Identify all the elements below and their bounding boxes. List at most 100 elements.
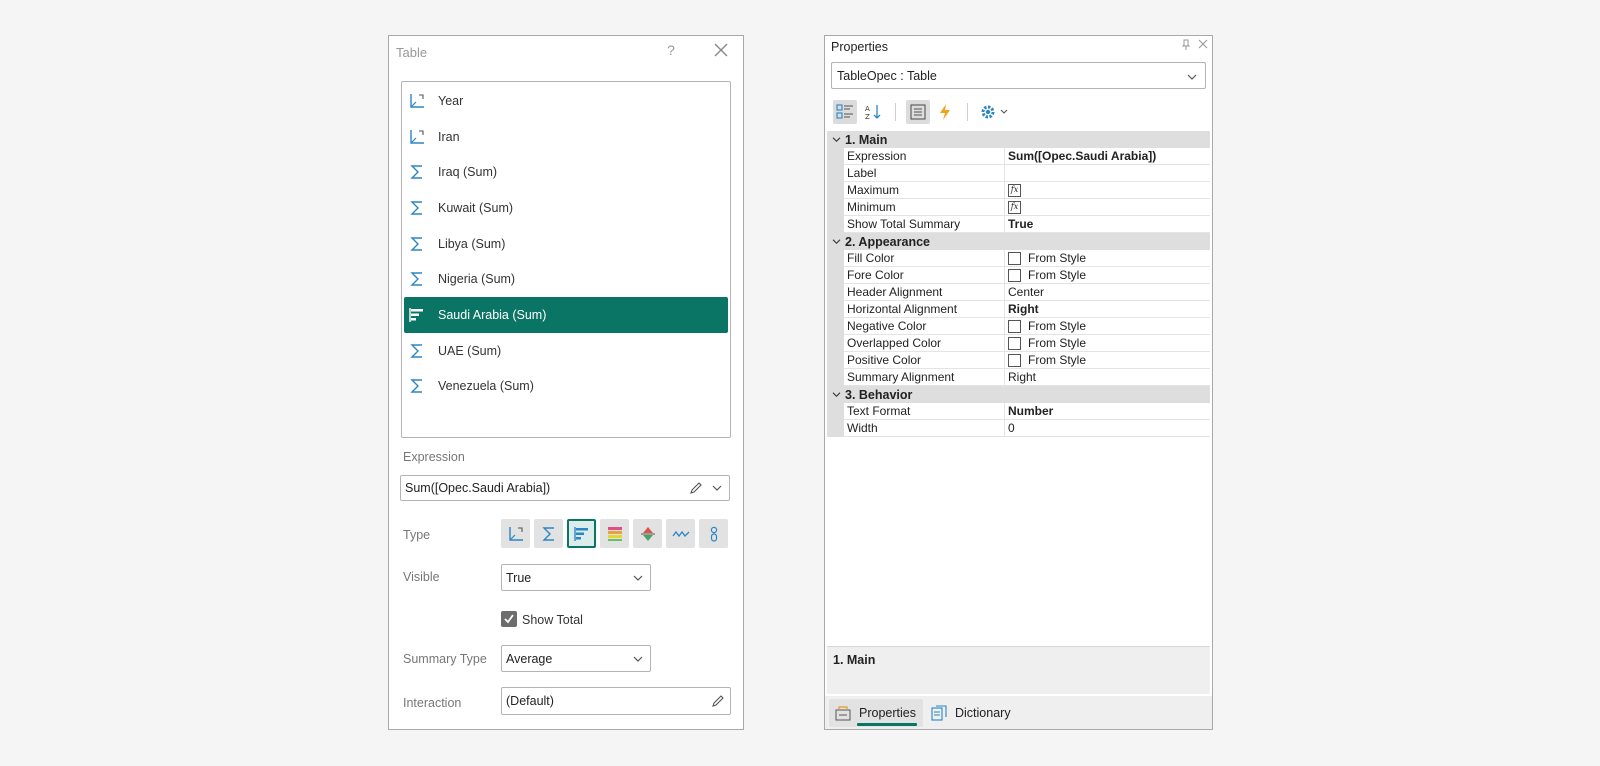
color-swatch[interactable] — [1008, 319, 1021, 333]
summary-type-select[interactable]: Average — [501, 645, 651, 672]
visible-select[interactable]: True — [501, 564, 651, 591]
property-row[interactable]: Label — [827, 165, 1210, 182]
property-row[interactable]: Expression Sum([Opec.Saudi Arabia]) — [827, 148, 1210, 165]
properties-view-button[interactable] — [906, 100, 930, 124]
interaction-input[interactable]: (Default) — [501, 687, 731, 715]
property-category[interactable]: 3. Behavior — [827, 386, 1210, 403]
property-row[interactable]: Fore Color From Style — [827, 267, 1210, 284]
pin-icon[interactable] — [1181, 39, 1191, 51]
dimension-type-button[interactable] — [501, 519, 530, 548]
property-name: Maximum — [844, 182, 1005, 199]
property-value[interactable]: True — [1005, 216, 1210, 233]
events-button[interactable] — [933, 100, 957, 124]
property-value[interactable]: fx — [1005, 199, 1210, 216]
row-gutter — [827, 318, 844, 335]
property-row[interactable]: Summary Alignment Right — [827, 369, 1210, 386]
columns-list[interactable]: Year Iran Iraq (Sum) Kuwait (Sum) Libya (Sum… — [401, 81, 731, 438]
property-row[interactable]: Text Format Number — [827, 403, 1210, 420]
data-bars-type-button[interactable] — [567, 519, 596, 548]
column-item[interactable]: Saudi Arabia (Sum) — [404, 297, 728, 333]
help-button[interactable]: ? — [663, 42, 679, 58]
show-total-checkbox[interactable] — [501, 611, 517, 627]
property-row[interactable]: Horizontal Alignment Right — [827, 301, 1210, 318]
property-row[interactable]: Show Total Summary True — [827, 216, 1210, 233]
column-item-label: Iran — [438, 129, 460, 144]
property-category[interactable]: 1. Main — [827, 131, 1210, 148]
property-value[interactable]: Right — [1005, 301, 1210, 318]
column-item[interactable]: Libya (Sum) — [404, 226, 728, 262]
property-value[interactable] — [1005, 165, 1210, 182]
edit-pencil-icon[interactable] — [711, 694, 725, 708]
chevron-down-icon[interactable] — [712, 484, 722, 492]
events-icon — [940, 104, 950, 120]
bubble-type-button[interactable] — [699, 519, 728, 548]
color-swatch[interactable] — [1008, 251, 1021, 265]
color-swatch[interactable] — [1008, 336, 1021, 350]
property-row[interactable]: Fill Color From Style — [827, 250, 1210, 267]
property-row[interactable]: Header Alignment Center — [827, 284, 1210, 301]
fx-icon[interactable]: fx — [1008, 183, 1021, 197]
chevron-down-icon[interactable] — [827, 131, 845, 148]
property-value[interactable]: From Style — [1005, 335, 1210, 352]
edit-pencil-icon[interactable] — [689, 481, 703, 495]
property-value[interactable]: Number — [1005, 403, 1210, 420]
chevron-down-icon[interactable] — [827, 233, 845, 250]
color-scale-type-icon — [607, 526, 622, 541]
property-category[interactable]: 2. Appearance — [827, 233, 1210, 250]
property-row[interactable]: Width 0 — [827, 420, 1210, 437]
property-category-label: 1. Main — [845, 132, 888, 147]
sparklines-type-button[interactable] — [666, 519, 695, 548]
indicator-type-button[interactable] — [633, 519, 662, 548]
property-value[interactable]: From Style — [1005, 318, 1210, 335]
property-value[interactable]: fx — [1005, 182, 1210, 199]
fx-icon[interactable]: fx — [1008, 200, 1021, 214]
column-item[interactable]: UAE (Sum) — [404, 333, 728, 369]
dimension-icon — [408, 128, 426, 146]
row-gutter — [827, 216, 844, 233]
settings-button[interactable] — [977, 100, 1011, 124]
column-item[interactable]: Kuwait (Sum) — [404, 190, 728, 226]
tab-properties[interactable]: Properties — [829, 699, 923, 727]
column-item[interactable]: Iran — [404, 119, 728, 155]
property-row[interactable]: Overlapped Color From Style — [827, 335, 1210, 352]
sum-icon — [408, 199, 426, 217]
color-swatch[interactable] — [1008, 353, 1021, 367]
chevron-down-icon[interactable] — [827, 386, 845, 403]
property-row[interactable]: Negative Color From Style — [827, 318, 1210, 335]
column-item[interactable]: Nigeria (Sum) — [404, 261, 728, 297]
panel-tabs: Properties Dictionary — [825, 696, 1212, 729]
sum-icon — [408, 163, 426, 181]
data-bars-type-icon — [573, 526, 588, 541]
alphabetical-button[interactable]: AZ — [861, 100, 885, 124]
show-total-label[interactable]: Show Total — [522, 613, 583, 627]
object-selector[interactable]: TableOpec : Table — [831, 62, 1206, 89]
property-name: Summary Alignment — [844, 369, 1005, 386]
color-swatch[interactable] — [1008, 268, 1021, 282]
summary-type-label: Summary Type — [403, 652, 487, 666]
property-row[interactable]: Maximum fx — [827, 182, 1210, 199]
column-item[interactable]: Iraq (Sum) — [404, 154, 728, 190]
property-value[interactable]: 0 — [1005, 420, 1210, 437]
close-icon[interactable] — [711, 40, 731, 60]
measure-type-button[interactable] — [534, 519, 563, 548]
property-value[interactable]: Right — [1005, 369, 1210, 386]
row-gutter — [827, 420, 844, 437]
property-value[interactable]: From Style — [1005, 352, 1210, 369]
property-row[interactable]: Minimum fx — [827, 199, 1210, 216]
property-row[interactable]: Positive Color From Style — [827, 352, 1210, 369]
close-icon[interactable] — [1198, 39, 1208, 49]
summary-type-value: Average — [506, 651, 553, 666]
categorized-button[interactable] — [833, 100, 857, 124]
tab-dictionary[interactable]: Dictionary — [929, 699, 1019, 727]
property-value[interactable]: Sum([Opec.Saudi Arabia]) — [1005, 148, 1210, 165]
column-item[interactable]: Year — [404, 83, 728, 119]
property-value[interactable]: Center — [1005, 284, 1210, 301]
column-item[interactable]: Venezuela (Sum) — [404, 369, 728, 405]
color-scale-type-button[interactable] — [600, 519, 629, 548]
svg-text:A: A — [865, 105, 870, 113]
active-tab-underline — [857, 723, 917, 726]
expression-input[interactable]: Sum([Opec.Saudi Arabia]) — [400, 475, 730, 501]
sum-icon — [408, 377, 426, 395]
property-value[interactable]: From Style — [1005, 250, 1210, 267]
property-value[interactable]: From Style — [1005, 267, 1210, 284]
